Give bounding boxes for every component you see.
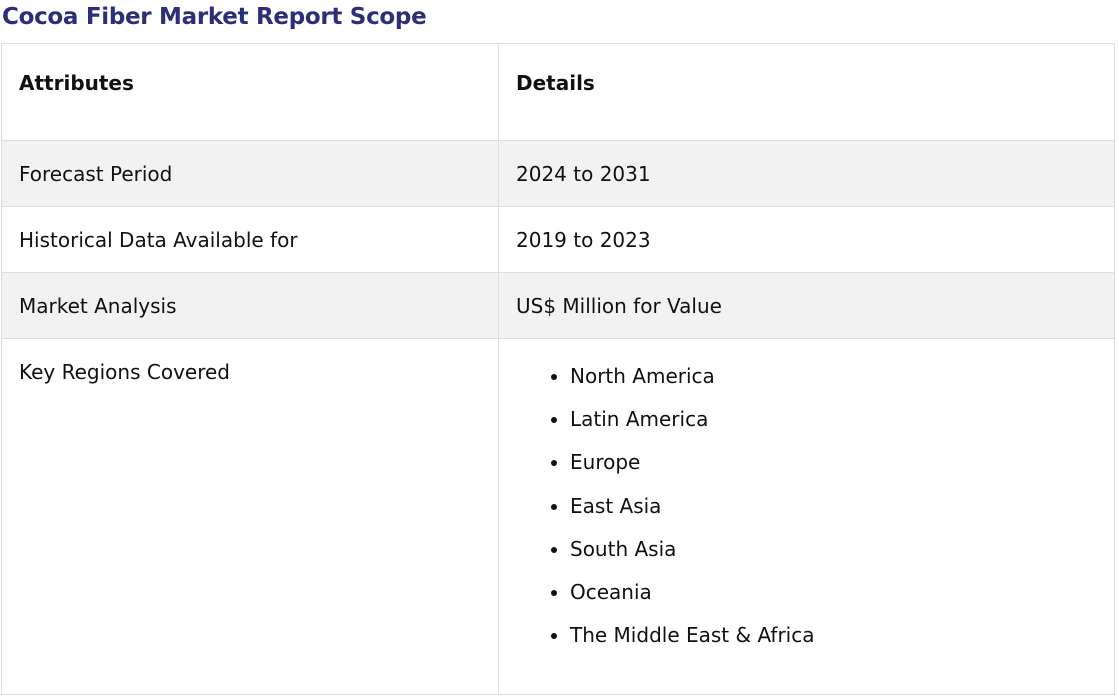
- list-item: North America: [570, 363, 1114, 406]
- list-item: East Asia: [570, 493, 1114, 536]
- list-item: Oceania: [570, 579, 1114, 622]
- attribute-cell: Key Regions Covered: [1, 338, 499, 695]
- list-item: South Asia: [570, 536, 1114, 579]
- header-details: Details: [498, 43, 1115, 141]
- table-row: Historical Data Available for 2019 to 20…: [1, 206, 1115, 273]
- region-list: North America Latin America Europe East …: [516, 363, 1114, 665]
- list-item: The Middle East & Africa: [570, 622, 1114, 665]
- detail-cell: US$ Million for Value: [498, 272, 1115, 339]
- table-row: Forecast Period 2024 to 2031: [1, 140, 1115, 207]
- table-row: Market Analysis US$ Million for Value: [1, 272, 1115, 339]
- detail-cell: 2024 to 2031: [498, 140, 1115, 207]
- report-scope-table: Attributes Details Forecast Period 2024 …: [1, 43, 1115, 695]
- table-row: Key Regions Covered North America Latin …: [1, 338, 1115, 695]
- header-attributes: Attributes: [1, 43, 499, 141]
- regions-cell: North America Latin America Europe East …: [498, 338, 1115, 695]
- page-title: Cocoa Fiber Market Report Scope: [2, 4, 427, 30]
- table-header-row: Attributes Details: [1, 43, 1115, 141]
- attribute-cell: Market Analysis: [1, 272, 499, 339]
- detail-cell: 2019 to 2023: [498, 206, 1115, 273]
- list-item: Europe: [570, 449, 1114, 492]
- list-item: Latin America: [570, 406, 1114, 449]
- attribute-cell: Historical Data Available for: [1, 206, 499, 273]
- attribute-cell: Forecast Period: [1, 140, 499, 207]
